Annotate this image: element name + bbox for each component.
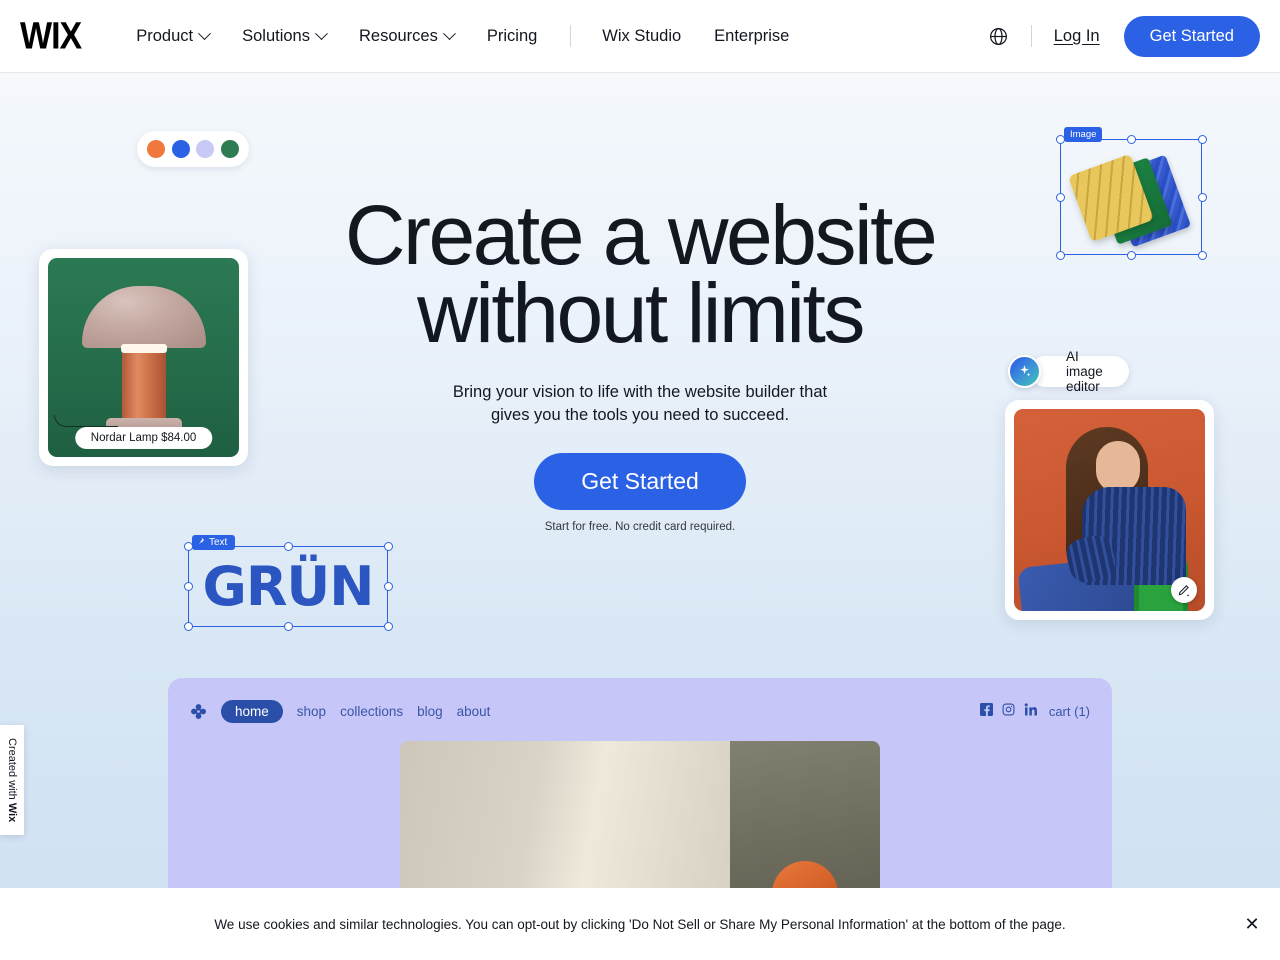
product-price-label: Nordar Lamp $84.00 — [74, 427, 213, 449]
resize-handle-ml[interactable] — [184, 582, 193, 591]
resize-handle-mr[interactable] — [384, 582, 393, 591]
books-illustration — [1068, 149, 1192, 249]
lamp-glow — [120, 344, 167, 353]
instagram-icon[interactable] — [1002, 703, 1015, 721]
resize-handle-ml[interactable] — [1056, 193, 1065, 202]
nav-item-resources[interactable]: Resources — [358, 26, 456, 46]
chevron-down-icon — [198, 26, 211, 40]
lamp-product-image: Nordar Lamp $84.00 — [48, 258, 239, 457]
header-get-started-button[interactable]: Get Started — [1123, 15, 1260, 57]
swatch-orange[interactable] — [147, 140, 166, 158]
resize-handle-bm[interactable] — [284, 622, 293, 631]
nav-label: Solutions — [242, 26, 310, 45]
nav-label: Enterprise — [714, 26, 790, 45]
preview-cart-link[interactable]: cart (1) — [1049, 704, 1090, 719]
lamp-shade — [81, 286, 206, 348]
nav-label: Wix Studio — [602, 26, 682, 45]
text-element-value: GRÜN — [202, 555, 375, 618]
pin-icon — [197, 537, 205, 548]
side-tab-prefix: Created with — [6, 737, 18, 803]
site-preview-panel: home shop collections blog about cart (1… — [168, 678, 1112, 893]
model-photo — [1014, 409, 1205, 611]
preview-link-about[interactable]: about — [457, 704, 491, 719]
magic-pencil-icon[interactable] — [1171, 577, 1197, 603]
nav-item-enterprise[interactable]: Enterprise — [714, 27, 789, 46]
ai-image-editor-label: AI image editor — [1030, 349, 1129, 394]
close-icon[interactable]: ✕ — [1236, 908, 1268, 940]
resize-handle-tr[interactable] — [384, 542, 393, 551]
main-navigation: Product Solutions Resources Pricing Wix … — [136, 25, 822, 47]
preview-image-right — [730, 741, 880, 893]
resize-handle-bl[interactable] — [184, 622, 193, 631]
wix-homepage: WIX Product Solutions Resources Pricing … — [0, 0, 1280, 960]
lamp-cord — [54, 415, 118, 427]
nav-item-solutions[interactable]: Solutions — [242, 26, 328, 46]
resize-handle-tm[interactable] — [1127, 135, 1136, 144]
linkedin-icon[interactable] — [1024, 702, 1038, 721]
nav-item-product[interactable]: Product — [136, 26, 211, 46]
wix-logo[interactable]: WIX — [20, 17, 82, 55]
nav-item-wix-studio[interactable]: Wix Studio — [602, 27, 681, 46]
created-with-wix-tab[interactable]: Created with Wix — [0, 725, 24, 835]
facebook-icon[interactable] — [979, 702, 993, 721]
sparkle-icon — [1008, 355, 1041, 388]
swatch-green[interactable] — [220, 140, 239, 158]
hero-subtitle-line-1: Bring your vision to life with the websi… — [452, 383, 828, 401]
cookie-banner: We use cookies and similar technologies.… — [0, 888, 1280, 960]
photo-card[interactable] — [1005, 400, 1214, 620]
chevron-down-icon — [442, 26, 456, 40]
resize-handle-mr[interactable] — [1198, 193, 1207, 202]
hero-get-started-button[interactable]: Get Started — [534, 453, 746, 510]
canvas-text-element[interactable]: GRÜN Text — [184, 535, 393, 631]
nav-item-pricing[interactable]: Pricing — [487, 27, 537, 46]
resize-handle-tr[interactable] — [1198, 135, 1207, 144]
preview-navigation: home shop collections blog about cart (1… — [190, 700, 1090, 723]
preview-link-collections[interactable]: collections — [340, 704, 403, 719]
hero-subtitle-line-2: gives you the tools you need to succeed. — [490, 406, 790, 425]
resize-handle-tm[interactable] — [284, 542, 293, 551]
preview-image-left — [400, 741, 730, 893]
preview-nav-right: cart (1) — [979, 702, 1090, 721]
preview-image-gallery — [400, 741, 880, 893]
header-divider — [1030, 25, 1032, 47]
lamp-stem — [121, 350, 166, 422]
nav-label: Product — [136, 26, 194, 45]
color-palette-widget[interactable] — [137, 131, 249, 167]
site-header: WIX Product Solutions Resources Pricing … — [0, 0, 1280, 73]
text-badge-label: Text — [209, 537, 228, 548]
swatch-lavender[interactable] — [196, 140, 215, 158]
nav-label: Pricing — [486, 26, 538, 45]
nav-label: Resources — [358, 26, 438, 45]
canvas-image-element[interactable]: Image — [1056, 127, 1207, 260]
side-tab-brand: Wix — [6, 802, 18, 823]
nav-divider — [570, 25, 572, 47]
text-element-badge: Text — [192, 535, 236, 550]
chevron-down-icon — [315, 26, 328, 40]
preview-link-blog[interactable]: blog — [417, 704, 443, 719]
preview-link-home[interactable]: home — [221, 700, 283, 723]
login-link[interactable]: Log In — [1054, 27, 1100, 46]
resize-handle-bm[interactable] — [1127, 251, 1136, 260]
flower-logo-icon[interactable] — [190, 703, 207, 720]
resize-handle-br[interactable] — [1198, 251, 1207, 260]
resize-handle-tl[interactable] — [1056, 135, 1065, 144]
cookie-banner-text: We use cookies and similar technologies.… — [214, 916, 1066, 932]
resize-handle-br[interactable] — [384, 622, 393, 631]
resize-handle-tl[interactable] — [184, 542, 193, 551]
image-element-badge: Image — [1064, 127, 1103, 142]
resize-handle-bl[interactable] — [1056, 251, 1065, 260]
swatch-blue[interactable] — [171, 140, 190, 158]
preview-link-shop[interactable]: shop — [297, 704, 326, 719]
hero-title-line-2: without limits — [417, 266, 865, 361]
model-face — [1096, 441, 1140, 493]
product-card-lamp[interactable]: Nordar Lamp $84.00 — [39, 249, 248, 466]
globe-icon[interactable] — [988, 26, 1009, 47]
side-tab-label: Created with Wix — [6, 738, 18, 822]
header-actions: Log In Get Started — [988, 15, 1260, 57]
